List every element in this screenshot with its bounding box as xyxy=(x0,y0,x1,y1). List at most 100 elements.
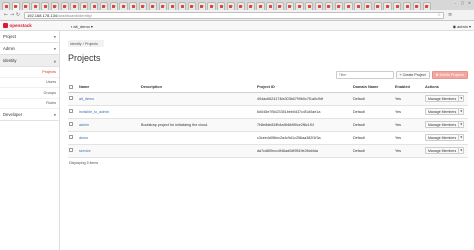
browser-tab[interactable]: × xyxy=(80,2,89,10)
manage-members-button[interactable]: Manage Members xyxy=(426,96,458,101)
browser-tab[interactable]: × xyxy=(41,2,50,10)
tab-close-icon[interactable]: × xyxy=(260,4,263,8)
browser-tab[interactable]: × xyxy=(187,2,197,10)
row-checkbox[interactable] xyxy=(69,96,73,100)
tab-close-icon[interactable]: × xyxy=(211,4,214,8)
browser-tab[interactable]: × xyxy=(285,2,294,10)
tab-close-icon[interactable]: × xyxy=(202,4,205,8)
tab-close-icon[interactable]: × xyxy=(163,4,166,8)
actions-dropdown-icon[interactable]: ▼ xyxy=(458,109,463,114)
sidebar-section-developer[interactable]: Developer ▼ xyxy=(0,109,59,121)
browser-tab[interactable]: × xyxy=(70,2,79,10)
tab-close-icon[interactable]: × xyxy=(182,4,185,8)
browser-tab[interactable]: × xyxy=(90,2,99,10)
tab-close-icon[interactable]: × xyxy=(221,4,224,8)
browser-tab[interactable]: × xyxy=(256,2,265,10)
project-name-link[interactable]: service xyxy=(79,149,91,153)
manage-members-button[interactable]: Manage Members xyxy=(426,109,458,114)
browser-tab[interactable]: × xyxy=(109,2,118,10)
reload-icon[interactable]: ↻ xyxy=(15,12,21,18)
user-menu[interactable]: ◉ admin ▾ xyxy=(453,24,471,29)
tab-close-icon[interactable]: × xyxy=(427,4,430,8)
tab-close-icon[interactable]: × xyxy=(104,4,107,8)
tab-close-icon[interactable]: × xyxy=(153,4,156,8)
col-name[interactable]: Name xyxy=(78,83,140,93)
tab-close-icon[interactable]: × xyxy=(45,4,48,8)
browser-tab[interactable]: × xyxy=(217,2,226,10)
browser-tab[interactable]: × xyxy=(324,2,333,10)
tab-close-icon[interactable]: × xyxy=(35,4,38,8)
browser-tab[interactable]: × xyxy=(403,2,412,10)
browser-tab[interactable]: × xyxy=(21,2,30,10)
manage-members-button[interactable]: Manage Members xyxy=(426,135,458,140)
tab-close-icon[interactable]: × xyxy=(270,4,273,8)
tab-close-icon[interactable]: × xyxy=(348,4,351,8)
tab-close-icon[interactable]: × xyxy=(94,4,97,8)
browser-tab[interactable]: × xyxy=(354,2,363,10)
tab-close-icon[interactable]: × xyxy=(368,4,371,8)
browser-tab[interactable]: × xyxy=(129,2,138,10)
tab-close-icon[interactable]: × xyxy=(319,4,322,8)
tab-close-icon[interactable]: × xyxy=(407,4,410,8)
browser-tab[interactable]: × xyxy=(412,2,421,10)
browser-tab[interactable]: × xyxy=(236,2,245,10)
tab-close-icon[interactable]: × xyxy=(251,4,254,8)
browser-tab[interactable]: × xyxy=(305,2,314,10)
actions-dropdown-icon[interactable]: ▼ xyxy=(458,122,463,127)
browser-tab[interactable]: × xyxy=(138,2,148,10)
tab-close-icon[interactable]: × xyxy=(172,4,175,8)
tab-close-icon[interactable]: × xyxy=(6,4,9,8)
project-name-link[interactable]: invisible_to_admin xyxy=(79,110,109,114)
browser-tab[interactable]: × xyxy=(315,2,324,10)
project-selector[interactable]: ▪ alt_demo ▾ xyxy=(71,24,93,29)
manage-members-button[interactable]: Manage Members xyxy=(426,148,458,153)
maximize-icon[interactable]: ▢ xyxy=(460,1,465,5)
browser-tab[interactable]: × xyxy=(266,2,275,10)
browser-tab[interactable]: × xyxy=(295,2,304,10)
browser-tab[interactable]: × xyxy=(363,2,373,10)
tab-close-icon[interactable]: × xyxy=(378,4,381,8)
browser-tab[interactable]: × xyxy=(119,2,128,10)
row-checkbox[interactable] xyxy=(69,135,73,139)
breadcrumb-identity[interactable]: Identity xyxy=(70,42,82,46)
tab-close-icon[interactable]: × xyxy=(123,4,126,8)
project-name-link[interactable]: demo xyxy=(79,136,88,140)
browser-tab[interactable]: × xyxy=(393,2,402,10)
browser-tab[interactable]: × xyxy=(334,2,343,10)
browser-tab[interactable]: × xyxy=(226,2,236,10)
browser-tab[interactable]: × xyxy=(31,2,40,10)
sidebar-item-roles[interactable]: Roles xyxy=(0,99,59,109)
browser-tab[interactable]: × xyxy=(99,2,108,10)
sidebar-section-identity[interactable]: Identity ▲ xyxy=(0,55,59,67)
close-window-icon[interactable]: ✕ xyxy=(467,1,472,5)
browser-tab[interactable]: × xyxy=(246,2,255,10)
tab-close-icon[interactable]: × xyxy=(358,4,361,8)
tab-close-icon[interactable]: × xyxy=(84,4,87,8)
tab-close-icon[interactable]: × xyxy=(133,4,136,8)
row-checkbox[interactable] xyxy=(69,122,73,126)
delete-projects-button[interactable]: ✖ Delete Projects xyxy=(431,71,468,79)
sidebar-item-groups[interactable]: Groups xyxy=(0,88,59,99)
tab-close-icon[interactable]: × xyxy=(143,4,146,8)
browser-tab[interactable]: × xyxy=(158,2,167,10)
filter-input[interactable] xyxy=(335,71,394,79)
browser-tab[interactable]: × xyxy=(383,2,392,10)
actions-dropdown-icon[interactable]: ▼ xyxy=(458,96,463,101)
project-name-link[interactable]: admin xyxy=(79,123,89,127)
tab-close-icon[interactable]: × xyxy=(300,4,303,8)
tab-close-icon[interactable]: × xyxy=(309,4,312,8)
tab-close-icon[interactable]: × xyxy=(241,4,244,8)
sidebar-section-project[interactable]: Project ▼ xyxy=(0,31,59,43)
browser-tab[interactable]: × xyxy=(344,2,353,10)
row-checkbox[interactable] xyxy=(69,148,73,152)
openstack-logo[interactable]: openstack xyxy=(3,22,32,28)
tab-close-icon[interactable]: × xyxy=(231,4,234,8)
browser-tab[interactable]: × xyxy=(11,2,20,10)
url-field[interactable]: 192.168.178.134 /dashboard/identity/ ☆ xyxy=(24,11,444,19)
col-project-id[interactable]: Project ID xyxy=(256,83,352,93)
project-name-link[interactable]: alt_demo xyxy=(79,97,94,101)
browser-tab[interactable]: × xyxy=(373,2,382,10)
sidebar-item-projects[interactable]: Projects xyxy=(0,67,59,78)
tab-close-icon[interactable]: × xyxy=(280,4,283,8)
tab-close-icon[interactable]: × xyxy=(339,4,342,8)
